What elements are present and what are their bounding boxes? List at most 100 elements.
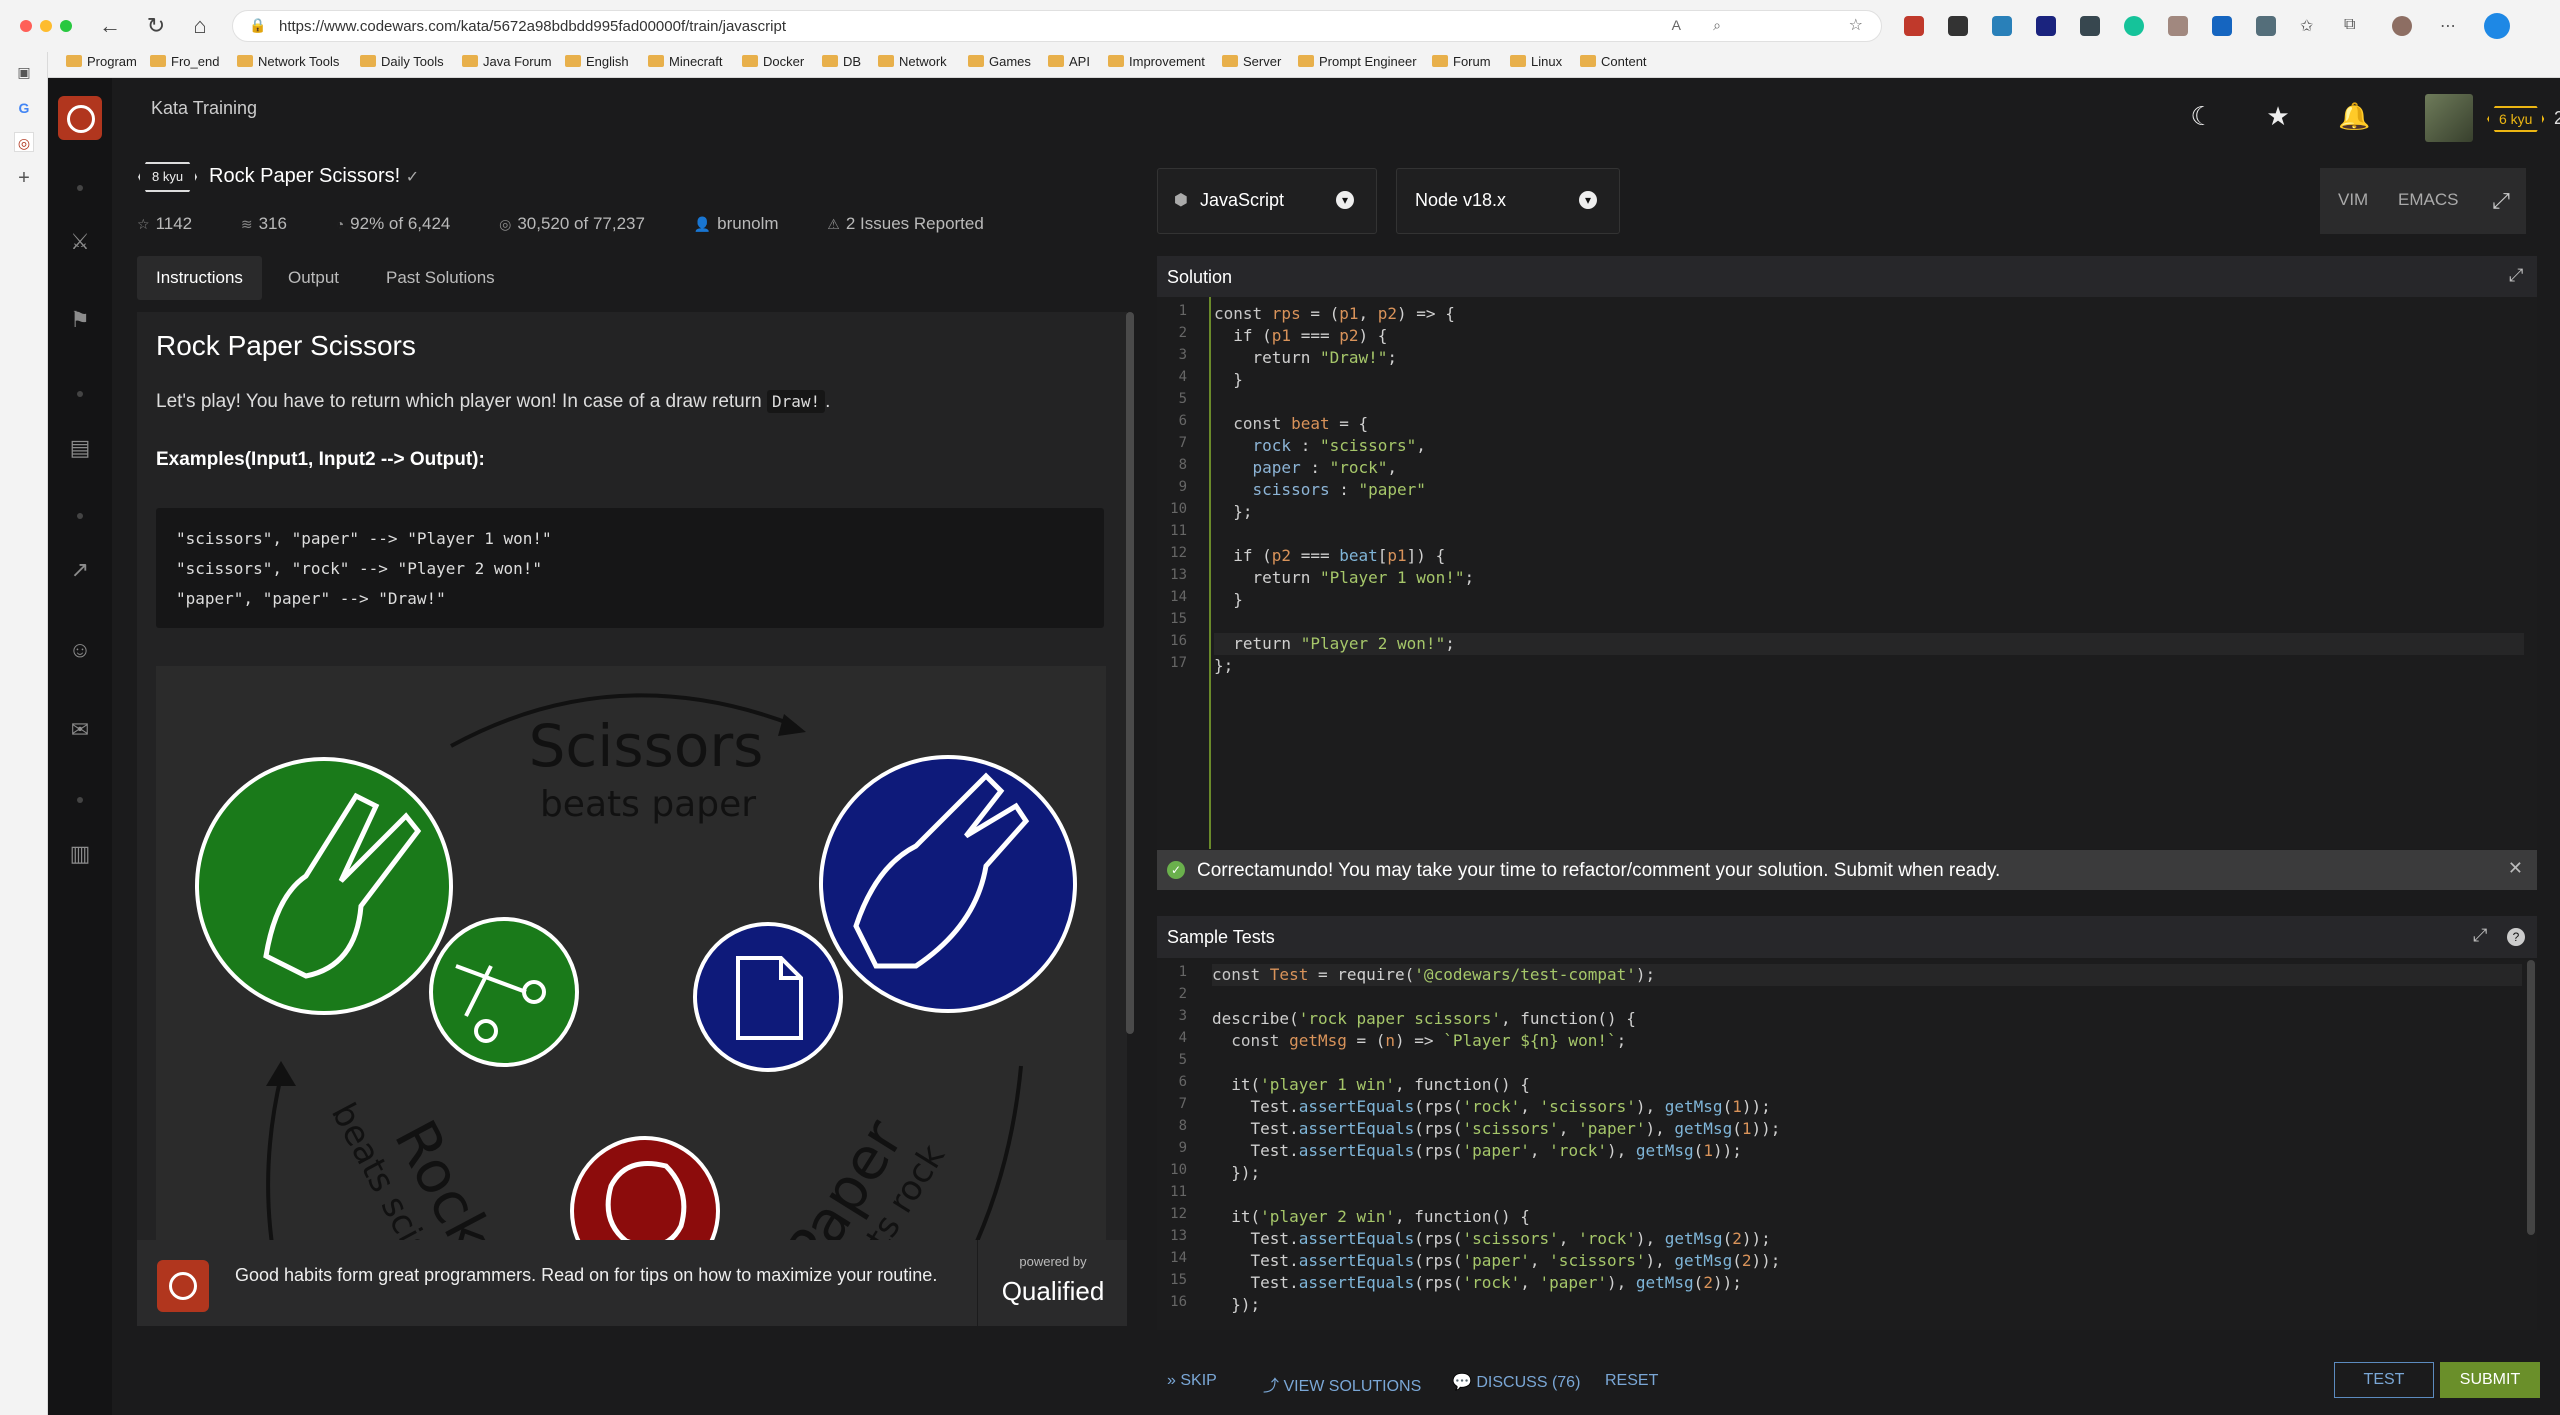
maximize-window-button[interactable] bbox=[60, 20, 72, 32]
description-scrollbar[interactable] bbox=[1126, 312, 1134, 1034]
tab-past-solutions[interactable]: Past Solutions bbox=[367, 256, 514, 300]
discuss-button[interactable]: 💬 DISCUSS (76) bbox=[1452, 1372, 1580, 1392]
reset-button[interactable]: RESET bbox=[1605, 1372, 1658, 1390]
user-avatar[interactable] bbox=[2425, 94, 2473, 142]
bookmark-icon[interactable]: ★ bbox=[2262, 100, 2294, 132]
tab-output[interactable]: Output bbox=[269, 256, 358, 300]
paper-icon-circle bbox=[693, 922, 843, 1072]
profile-avatar[interactable] bbox=[2392, 16, 2412, 36]
compete-icon[interactable]: ⚑ bbox=[64, 304, 96, 336]
bookmark-folder[interactable]: Network Tools bbox=[237, 54, 339, 69]
help-icon[interactable]: ? bbox=[2507, 928, 2525, 946]
more-icon[interactable]: ⋯ bbox=[2440, 16, 2460, 36]
kata-title[interactable]: Rock Paper Scissors! ✓ bbox=[209, 165, 419, 188]
tip-banner[interactable]: Good habits form great programmers. Read… bbox=[137, 1240, 977, 1326]
extension-icon[interactable] bbox=[2256, 16, 2276, 36]
extension-icon[interactable] bbox=[2168, 16, 2188, 36]
scissors-icon-circle bbox=[429, 917, 579, 1067]
runtime-select[interactable]: Node v18.x ▾ bbox=[1396, 168, 1620, 234]
bookmark-folder[interactable]: Fro_end bbox=[150, 54, 219, 69]
favorites-icon[interactable]: ✩ bbox=[2300, 16, 2320, 36]
test-button[interactable]: TEST bbox=[2334, 1362, 2434, 1398]
tab-instructions[interactable]: Instructions bbox=[137, 256, 262, 300]
extension-icon[interactable] bbox=[1992, 16, 2012, 36]
skip-button[interactable]: » SKIP bbox=[1167, 1372, 1217, 1390]
copilot-icon[interactable] bbox=[2484, 13, 2510, 39]
bookmark-folder[interactable]: Java Forum bbox=[462, 54, 552, 69]
codewars-logo[interactable] bbox=[58, 96, 102, 140]
example-line: "scissors", "rock" --> "Player 2 won!" bbox=[176, 559, 543, 578]
sample-tests-editor[interactable]: 1 const Test = require('@codewars/test-co… bbox=[1157, 960, 2537, 1330]
view-solutions-button[interactable]: ⤴ VIEW SOLUTIONS bbox=[1263, 1372, 1421, 1396]
bookmark-folder[interactable]: API bbox=[1048, 54, 1090, 69]
browser-toolbar: ← ↻ ⌂ 🔒 https://www.codewars.com/kata/56… bbox=[0, 0, 2560, 52]
read-aloud-icon[interactable]: A bbox=[1672, 17, 1681, 33]
submit-button[interactable]: SUBMIT bbox=[2440, 1362, 2540, 1398]
issues-stat[interactable]: ⚠ 2 Issues Reported bbox=[827, 214, 1006, 233]
extension-icon[interactable] bbox=[1948, 16, 1968, 36]
extension-icon[interactable] bbox=[2212, 16, 2232, 36]
codewars-tab-icon[interactable]: ◎ bbox=[14, 132, 34, 152]
author-stat[interactable]: 👤 brunolm bbox=[694, 214, 801, 233]
bookmark-folder[interactable]: Server bbox=[1222, 54, 1281, 69]
tab-actions-icon[interactable]: ▣ bbox=[14, 62, 34, 82]
editor-active-gutter bbox=[1209, 297, 1211, 849]
close-icon[interactable]: ✕ bbox=[2508, 858, 2523, 879]
left-nav: ⚔ ⚑ ▤ ↗ ☺ ✉ ▥ bbox=[48, 78, 112, 1415]
vim-mode-button[interactable]: VIM bbox=[2338, 190, 2368, 210]
docs-book-icon[interactable]: ▥ bbox=[64, 838, 96, 870]
back-icon[interactable]: ← bbox=[96, 12, 124, 40]
bookmark-folder[interactable]: Prompt Engineer bbox=[1298, 54, 1417, 69]
checkmark-icon: ✓ bbox=[405, 169, 420, 186]
leaderboard-icon[interactable]: ↗ bbox=[64, 554, 96, 586]
address-bar[interactable]: 🔒 https://www.codewars.com/kata/5672a98b… bbox=[232, 10, 1882, 42]
bookmark-folder[interactable]: Docker bbox=[742, 54, 804, 69]
briefcase-icon[interactable]: ▤ bbox=[64, 432, 96, 464]
collections-icon[interactable]: ⧉ bbox=[2344, 16, 2364, 36]
tests-scrollbar[interactable] bbox=[2527, 960, 2535, 1235]
practice-icon[interactable]: ⚔ bbox=[64, 226, 96, 258]
bookmark-folder[interactable]: Linux bbox=[1510, 54, 1562, 69]
discord-icon[interactable]: ☺ bbox=[64, 634, 96, 666]
extension-icon[interactable] bbox=[1904, 16, 1924, 36]
extension-icon[interactable] bbox=[2036, 16, 2056, 36]
close-window-button[interactable] bbox=[20, 20, 32, 32]
bookmark-folder[interactable]: Improvement bbox=[1108, 54, 1205, 69]
bookmark-folder[interactable]: Minecraft bbox=[648, 54, 722, 69]
google-tab-icon[interactable]: G bbox=[14, 98, 34, 118]
description-intro: Let's play! You have to return which pla… bbox=[156, 390, 831, 413]
qualified-badge[interactable]: powered by Qualified bbox=[977, 1240, 1127, 1326]
lock-icon: 🔒 bbox=[249, 17, 267, 33]
grammarly-icon[interactable] bbox=[2124, 16, 2144, 36]
fullscreen-icon[interactable]: ⤢ bbox=[2476, 168, 2526, 234]
bookmark-folder[interactable]: Program bbox=[66, 54, 137, 69]
solution-editor[interactable]: 1 const rps = (p1, p2) => { 2 if (p1 === … bbox=[1157, 297, 2537, 849]
notifications-bell-icon[interactable]: 🔔 bbox=[2338, 100, 2370, 132]
example-line: "scissors", "paper" --> "Player 1 won!" bbox=[176, 529, 552, 548]
bookmark-folder[interactable]: Forum bbox=[1432, 54, 1491, 69]
reload-icon[interactable]: ↻ bbox=[142, 12, 170, 40]
expand-icon[interactable]: ⤢ bbox=[2473, 925, 2487, 946]
extension-icon[interactable] bbox=[2080, 16, 2100, 36]
collections-stat[interactable]: ≋ 316 bbox=[241, 214, 309, 233]
home-icon[interactable]: ⌂ bbox=[186, 12, 214, 40]
bookmark-folder[interactable]: Games bbox=[968, 54, 1031, 69]
bookmark-folder[interactable]: Network bbox=[878, 54, 947, 69]
nav-separator bbox=[77, 797, 83, 803]
stars-stat[interactable]: ☆ 1142 bbox=[137, 214, 214, 233]
zoom-icon[interactable]: ⌕ bbox=[1713, 17, 1721, 34]
action-bar: » SKIP ⤴ VIEW SOLUTIONS 💬 DISCUSS (76) R… bbox=[1157, 1360, 2537, 1400]
chat-icon[interactable]: ✉ bbox=[64, 714, 96, 746]
favorite-icon[interactable]: ☆ bbox=[1849, 15, 1863, 35]
dark-mode-moon-icon[interactable]: ☾ bbox=[2186, 100, 2218, 132]
emacs-mode-button[interactable]: EMACS bbox=[2398, 190, 2458, 210]
bookmark-folder[interactable]: Daily Tools bbox=[360, 54, 444, 69]
new-tab-icon[interactable]: + bbox=[14, 168, 34, 188]
bookmark-folder[interactable]: English bbox=[565, 54, 629, 69]
top-bar: Kata Training ☾ ★ 🔔 6 kyu 213 bbox=[112, 78, 2560, 158]
bookmark-folder[interactable]: DB bbox=[822, 54, 861, 69]
expand-icon[interactable]: ⤢ bbox=[2509, 265, 2523, 286]
minimize-window-button[interactable] bbox=[40, 20, 52, 32]
bookmark-folder[interactable]: Content bbox=[1580, 54, 1647, 69]
language-select[interactable]: ⬢ JavaScript ▾ bbox=[1157, 168, 1377, 234]
